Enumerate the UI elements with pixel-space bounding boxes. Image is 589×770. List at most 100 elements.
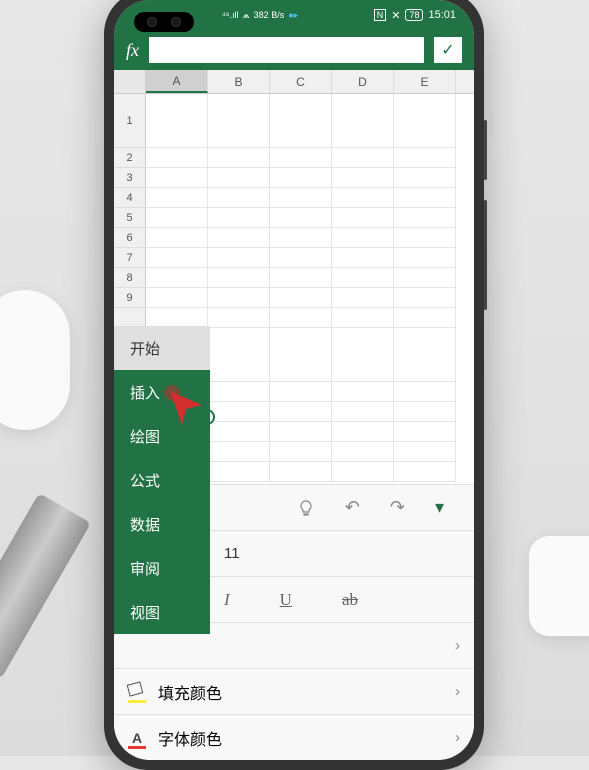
cell[interactable] [332,208,394,228]
row-header[interactable]: 3 [114,168,146,188]
cell[interactable] [270,382,332,402]
redo-icon[interactable]: ↷ [390,497,405,518]
lightbulb-icon[interactable] [297,499,315,517]
cell[interactable] [270,208,332,228]
cell[interactable] [394,94,456,148]
undo-icon[interactable]: ↶ [345,497,360,518]
tab-home[interactable]: 开始 [114,326,210,370]
row-header[interactable]: 4 [114,188,146,208]
cell[interactable] [146,228,208,248]
cell[interactable] [146,248,208,268]
cell[interactable] [270,462,332,482]
cell[interactable] [270,148,332,168]
cell[interactable] [394,208,456,228]
select-all-corner[interactable] [114,70,146,93]
cell[interactable] [270,402,332,422]
cell[interactable] [394,288,456,308]
cell[interactable] [270,422,332,442]
cell[interactable] [332,382,394,402]
cell[interactable] [394,248,456,268]
fill-color-row[interactable]: 填充颜色 › [114,668,474,714]
cell[interactable] [208,188,270,208]
cell[interactable] [208,208,270,228]
cell[interactable] [146,148,208,168]
cell[interactable] [332,308,394,328]
tab-view[interactable]: 视图 [114,590,210,634]
column-header-b[interactable]: B [208,70,270,93]
cell[interactable] [146,188,208,208]
row-header[interactable]: 8 [114,268,146,288]
cell[interactable] [394,268,456,288]
cell[interactable] [208,248,270,268]
row-header[interactable]: 6 [114,228,146,248]
cell[interactable] [332,94,394,148]
cell[interactable] [208,308,270,328]
cell[interactable] [146,168,208,188]
cell[interactable] [208,422,270,442]
cell[interactable] [208,228,270,248]
cell[interactable] [208,94,270,148]
cell[interactable] [208,402,270,422]
cell[interactable] [270,94,332,148]
cell[interactable] [332,268,394,288]
cell[interactable] [332,248,394,268]
cell[interactable] [208,168,270,188]
cell[interactable] [332,188,394,208]
cell[interactable] [394,308,456,328]
row-header[interactable]: 9 [114,288,146,308]
cell[interactable] [332,462,394,482]
cell[interactable] [208,288,270,308]
column-header-d[interactable]: D [332,70,394,93]
cell[interactable] [394,168,456,188]
cell[interactable] [332,288,394,308]
cell[interactable] [270,268,332,288]
tab-review[interactable]: 审阅 [114,546,210,590]
cell[interactable] [270,328,332,382]
tab-formula[interactable]: 公式 [114,458,210,502]
more-dropdown-icon[interactable]: ▾ [435,497,444,518]
cell[interactable] [394,422,456,442]
formula-input[interactable] [149,37,424,63]
cell[interactable] [208,382,270,402]
tab-data[interactable]: 数据 [114,502,210,546]
cell[interactable] [394,402,456,422]
row-header[interactable] [114,308,146,328]
cell[interactable] [332,422,394,442]
cell[interactable] [208,148,270,168]
underline-button[interactable]: U [280,590,292,610]
row-header[interactable]: 2 [114,148,146,168]
cell[interactable] [146,288,208,308]
row-header[interactable]: 1 [114,94,146,148]
cell[interactable] [208,328,270,382]
cell[interactable] [270,248,332,268]
cell[interactable] [270,228,332,248]
cell[interactable] [394,328,456,382]
cell[interactable] [332,442,394,462]
cell[interactable] [332,402,394,422]
row-header[interactable]: 7 [114,248,146,268]
cell[interactable] [332,228,394,248]
cell[interactable] [146,308,208,328]
row-header[interactable]: 5 [114,208,146,228]
strikethrough-button[interactable]: ab [342,590,358,610]
cell[interactable] [146,268,208,288]
formula-confirm-button[interactable]: ✓ [434,37,462,63]
cell[interactable] [270,308,332,328]
cell[interactable] [394,442,456,462]
column-header-c[interactable]: C [270,70,332,93]
cell[interactable] [394,228,456,248]
cell[interactable] [208,442,270,462]
cell[interactable] [270,288,332,308]
cell[interactable] [332,148,394,168]
column-header-e[interactable]: E [394,70,456,93]
cell[interactable] [146,208,208,228]
cell[interactable] [270,442,332,462]
cell[interactable] [394,188,456,208]
cell[interactable] [270,188,332,208]
cell[interactable] [394,148,456,168]
italic-button[interactable]: I [224,590,230,610]
cell[interactable] [208,462,270,482]
font-color-row[interactable]: A 字体颜色 › [114,714,474,760]
cell[interactable] [332,328,394,382]
cell[interactable] [146,94,208,148]
